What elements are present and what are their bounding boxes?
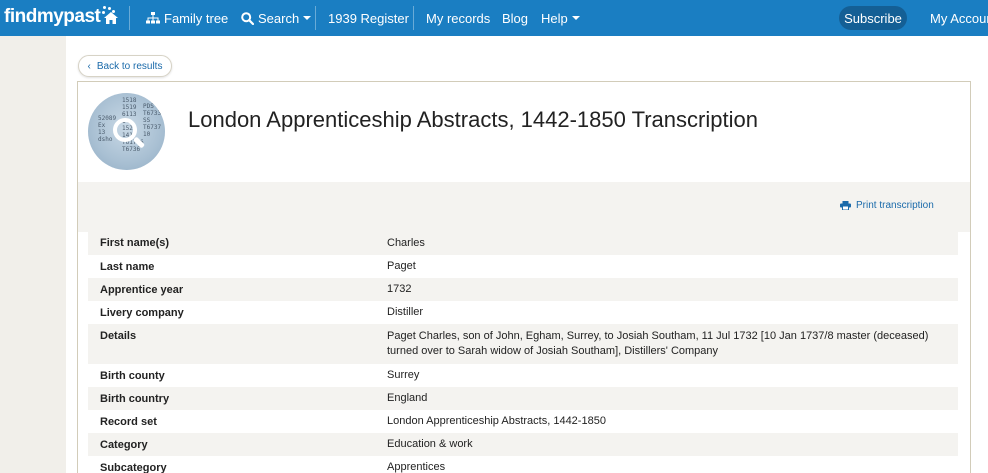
my-account-menu[interactable]: My Account (930, 0, 988, 36)
row-value: Paget Charles, son of John, Egham, Surre… (387, 330, 929, 357)
transcription-toolbar (78, 182, 970, 232)
chevron-left-icon: ‹ (87, 60, 91, 72)
print-transcription-link[interactable]: Print transcription (840, 200, 934, 211)
table-row: Apprentice year 1732 (88, 278, 958, 301)
nav-search-label: Search (258, 10, 300, 26)
findmypast-logo[interactable]: findmypast (4, 6, 116, 28)
row-value: Charles (387, 237, 425, 249)
subscribe-label: Subscribe (844, 10, 902, 26)
nav-blog[interactable]: Blog (502, 0, 528, 36)
search-icon (241, 11, 254, 25)
nav-1939-register[interactable]: 1939 Register (328, 0, 409, 36)
nav-family-tree[interactable]: Family tree (146, 0, 228, 36)
row-value: Distiller (387, 306, 424, 318)
row-value: 1732 (387, 283, 412, 295)
page-title: London Apprenticeship Abstracts, 1442-18… (188, 107, 758, 132)
nav-help-label: Help (541, 10, 568, 26)
row-label: Category (100, 439, 148, 451)
nav-blog-label: Blog (502, 10, 529, 26)
home-button[interactable] (104, 0, 118, 36)
table-row: Last name Paget (88, 255, 958, 278)
table-row: Birth country England (88, 387, 958, 410)
nav-my-records[interactable]: My records (426, 0, 490, 36)
row-label: Details (100, 330, 137, 342)
row-label: Livery company (100, 307, 184, 319)
subscribe-button[interactable]: Subscribe (839, 6, 907, 30)
nav-divider (413, 6, 414, 30)
sitemap-icon (146, 12, 160, 24)
chevron-down-icon (303, 16, 312, 20)
printer-icon (840, 201, 851, 210)
row-value: England (387, 392, 428, 404)
table-row: First name(s) Charles (88, 232, 958, 255)
my-account-label: My Account (930, 10, 988, 26)
print-transcription-label: Print transcription (856, 200, 934, 211)
nav-1939-register-label: 1939 Register (328, 10, 409, 26)
row-label: Record set (100, 416, 157, 428)
nav-my-records-label: My records (426, 10, 491, 26)
nav-divider (129, 6, 130, 30)
record-search-icon: 1518 1519 6113 14 1528 141 T61736 T6736 52089 Ex… (88, 93, 165, 170)
back-to-results-button[interactable]: ‹ Back to results (78, 55, 172, 77)
chevron-down-icon (571, 16, 580, 20)
row-label: First name(s) (100, 237, 170, 249)
table-row: Category Education & work (88, 433, 958, 456)
row-value: Apprentices (387, 461, 446, 473)
table-row: Subcategory Apprentices (88, 456, 958, 473)
row-label: Apprentice year (100, 284, 184, 296)
row-label: Subcategory (100, 462, 167, 473)
row-value: Paget (387, 260, 416, 272)
table-row: Birth county Surrey (88, 364, 958, 387)
row-label: Birth country (100, 393, 170, 405)
nav-help[interactable]: Help (541, 0, 580, 36)
table-row: Record set London Apprenticeship Abstrac… (88, 410, 958, 433)
nav-family-tree-label: Family tree (164, 10, 229, 26)
table-row: Details Paget Charles, son of John, Egha… (88, 324, 958, 364)
nav-divider (315, 6, 316, 30)
nav-search[interactable]: Search (241, 0, 312, 36)
table-row: Livery company Distiller (88, 301, 958, 324)
row-label: Last name (100, 261, 155, 273)
row-value: Surrey (387, 369, 420, 381)
logo-text: findmypast (4, 6, 101, 27)
row-value: London Apprenticeship Abstracts, 1442-18… (387, 415, 606, 427)
row-label: Birth county (100, 370, 165, 382)
home-icon (104, 12, 118, 24)
row-value: Education & work (387, 438, 473, 450)
back-to-results-label: Back to results (96, 60, 163, 72)
top-navbar: findmypast Family tree Search 1939 Regis… (0, 0, 988, 36)
